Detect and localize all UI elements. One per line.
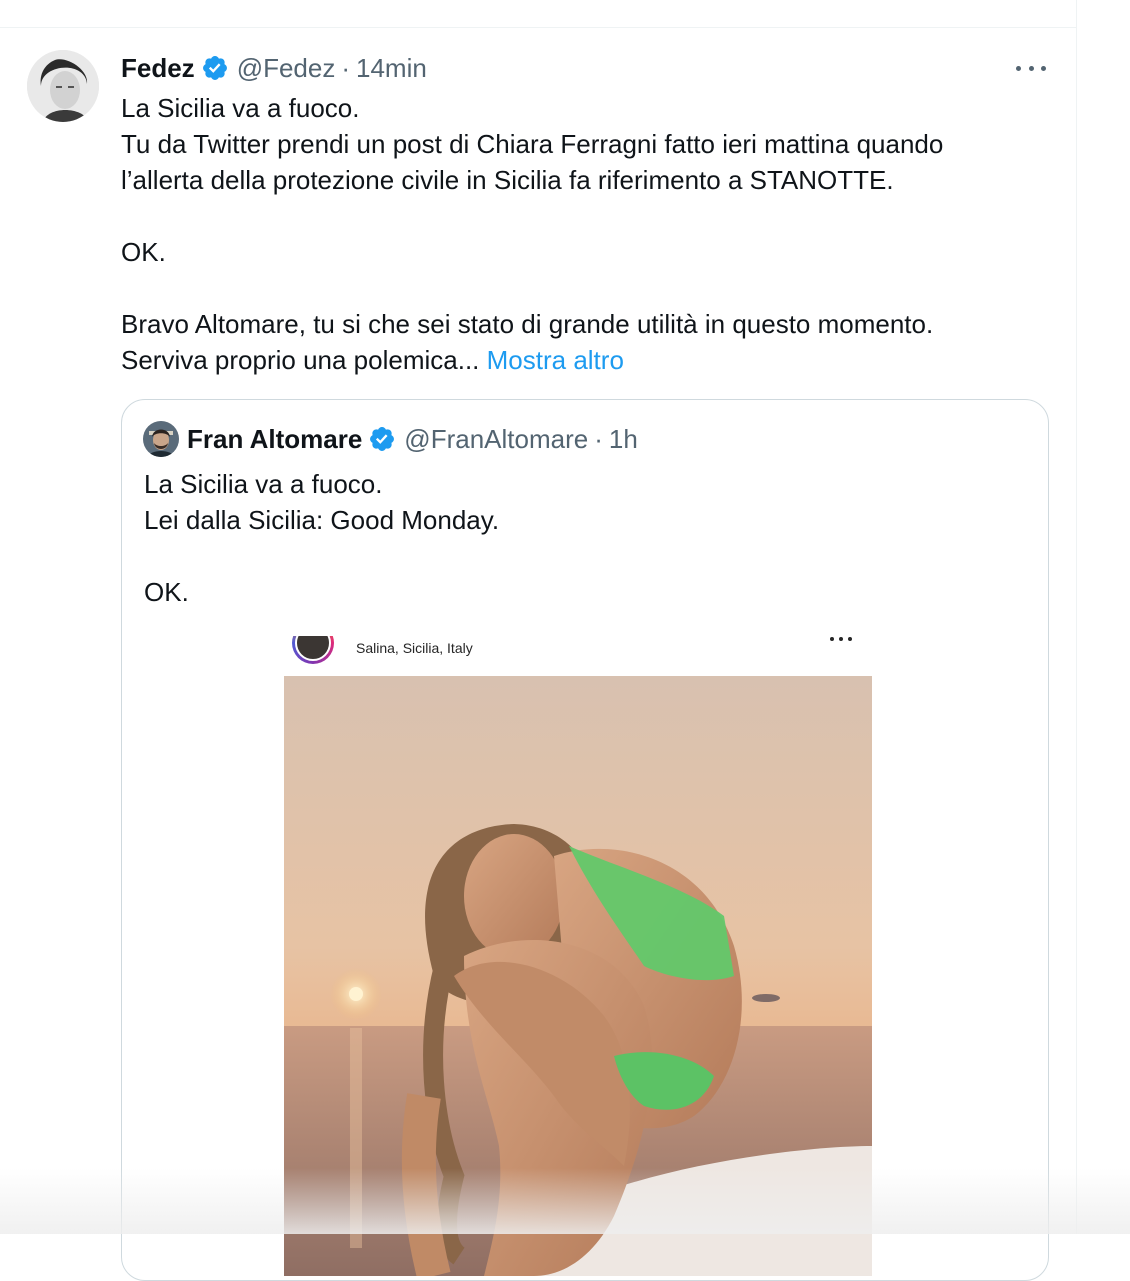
verified-badge-icon — [368, 425, 396, 453]
dot-separator: · — [341, 52, 351, 83]
dot-separator: · — [594, 423, 603, 454]
tweet-line: La Sicilia va a fuoco. — [121, 93, 360, 123]
author-avatar[interactable] — [27, 50, 99, 122]
more-options-icon[interactable] — [1014, 56, 1048, 80]
quoted-line: La Sicilia va a fuoco. — [144, 469, 383, 499]
show-more-link[interactable]: Mostra altro — [487, 345, 624, 375]
more-options-icon — [830, 636, 852, 644]
instagram-post-header: Salina, Sicilia, Italy — [284, 636, 872, 676]
tweet-line: Bravo Altomare, tu si che sei stato di g… — [121, 309, 934, 339]
quoted-line: OK. — [144, 577, 189, 607]
tweet-header: Fedez @Fedez · 14min — [121, 50, 427, 86]
verified-badge-icon — [201, 54, 229, 82]
tweet-line-text: Serviva proprio una polemica... — [121, 345, 480, 375]
timeline-divider — [0, 27, 1076, 28]
tweet-line: OK. — [121, 237, 166, 267]
instagram-avatar — [292, 636, 334, 664]
author-name[interactable]: Fedez — [121, 53, 195, 84]
tweet-line-last: Serviva proprio una polemica... Mostra a… — [121, 342, 1041, 378]
quoted-timestamp[interactable]: 1h — [609, 424, 638, 455]
quoted-tweet-header: Fran Altomare @FranAltomare · 1h — [187, 421, 638, 457]
column-border — [1076, 0, 1077, 1234]
quoted-author-name[interactable]: Fran Altomare — [187, 424, 362, 455]
tweet-line — [121, 198, 1041, 234]
tweet-line — [121, 270, 1041, 306]
quoted-author-handle[interactable]: @FranAltomare — [404, 424, 588, 455]
tweet-timestamp[interactable]: 14min — [356, 53, 427, 84]
quoted-media[interactable]: Salina, Sicilia, Italy — [240, 636, 930, 1276]
instagram-photo — [284, 676, 872, 1276]
instagram-location: Salina, Sicilia, Italy — [356, 640, 473, 656]
tweet-line: l’allerta della protezione civile in Sic… — [121, 165, 894, 195]
quoted-line: Lei dalla Sicilia: Good Monday. — [144, 505, 500, 535]
tweet-body: La Sicilia va a fuoco. Tu da Twitter pre… — [121, 90, 1041, 378]
author-handle[interactable]: @Fedez — [237, 53, 336, 84]
quoted-author-avatar[interactable] — [143, 421, 179, 457]
quoted-tweet-body: La Sicilia va a fuoco. Lei dalla Sicilia… — [144, 466, 499, 610]
tweet-line: Tu da Twitter prendi un post di Chiara F… — [121, 129, 944, 159]
quoted-line — [144, 538, 499, 574]
quoted-tweet-card[interactable]: Fran Altomare @FranAltomare · 1h La Sici… — [121, 399, 1049, 1281]
